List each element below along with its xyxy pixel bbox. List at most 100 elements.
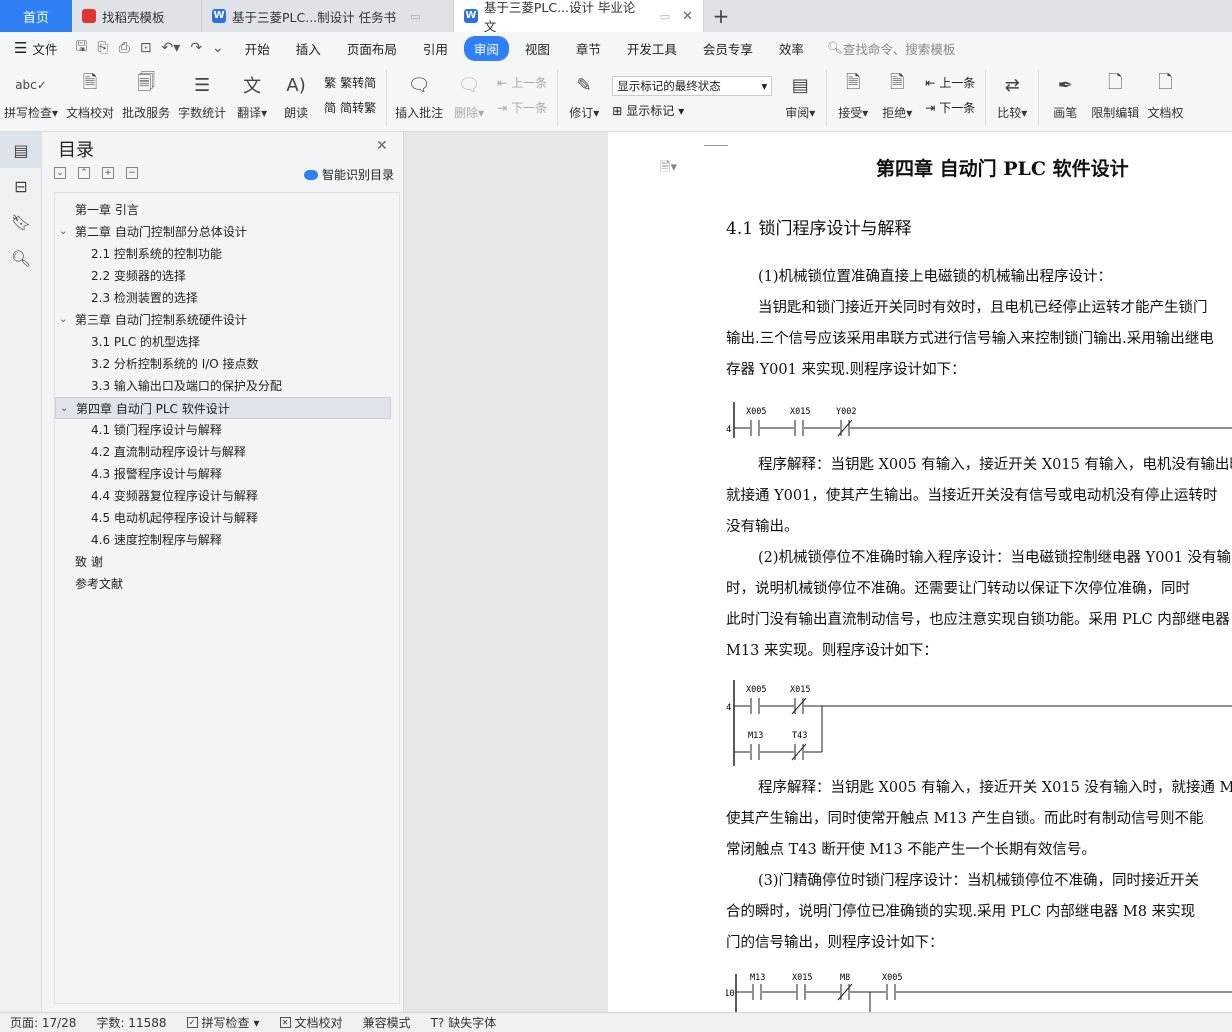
- toc-item-label: 3.1 PLC 的机型选择: [91, 335, 201, 349]
- toc-item-label: 3.3 输入输出口及端口的保护及分配: [91, 379, 282, 393]
- print-icon[interactable]: ⎙: [119, 40, 130, 56]
- redo-icon[interactable]: ↷: [190, 40, 202, 56]
- prev-change-button[interactable]: ⇤ 上一条: [925, 74, 975, 91]
- save-icon[interactable]: 🖫: [75, 36, 87, 60]
- preview-icon[interactable]: ⊡: [140, 40, 152, 56]
- simp-to-trad-button[interactable]: 简简转繁: [324, 99, 376, 116]
- tab-home[interactable]: 首页: [0, 0, 72, 32]
- close-tab-icon[interactable]: ✕: [682, 9, 693, 24]
- bookmark-icon[interactable]: 🔖︎: [0, 204, 42, 240]
- toc-section-item[interactable]: 4.3 报警程序设计与解释: [55, 463, 399, 485]
- menu-developer[interactable]: 开发工具: [617, 36, 687, 61]
- toc-section-item[interactable]: 2.1 控制系统的控制功能: [55, 243, 399, 265]
- chevron-down-icon[interactable]: ⌄: [59, 309, 67, 331]
- toc-section-item[interactable]: 4.1 锁门程序设计与解释: [55, 419, 399, 441]
- menu-view[interactable]: 视图: [515, 36, 560, 61]
- ladder-diagram-1: 4 X005 X015 Y002: [726, 402, 1232, 438]
- menu-efficiency[interactable]: 效率: [769, 36, 814, 61]
- accept-button[interactable]: 🗎 接受▾: [831, 70, 875, 121]
- section-heading: 4.1 锁门程序设计与解释: [726, 219, 912, 239]
- menu-member[interactable]: 会员专享: [693, 36, 763, 61]
- status-doc-check[interactable]: ✕ 文档校对: [270, 1014, 353, 1031]
- compare-button[interactable]: ⇄ 比较▾: [990, 70, 1034, 121]
- more-icon[interactable]: ⌄: [212, 40, 224, 56]
- menu-chapter[interactable]: 章节: [566, 36, 611, 61]
- pen-button[interactable]: ✒ 画笔: [1043, 70, 1087, 121]
- toc-chapter-item[interactable]: ⌄ 第三章 自动门控制系统硬件设计: [55, 309, 399, 331]
- export-icon[interactable]: ⎘: [97, 40, 108, 56]
- page-indicator[interactable]: 页面: 17/28: [0, 1014, 86, 1031]
- trad-to-simp-button[interactable]: 繁繁转简: [324, 74, 376, 91]
- speaker-icon: A): [286, 74, 306, 96]
- tab-task-book[interactable]: W 基于三菱PLC...制设计 任务书 ▭: [202, 0, 454, 32]
- delete-comment-button[interactable]: 🗨 删除▾: [447, 70, 491, 121]
- collapse-all-icon[interactable]: ⌄: [54, 167, 66, 179]
- reject-button[interactable]: 🗎 拒绝▾: [875, 70, 919, 121]
- toc-toolbar: ⌄ ⌃ + −: [54, 167, 138, 179]
- toc-chapter-item[interactable]: ⌄ 第二章 自动门控制部分总体设计: [55, 221, 399, 243]
- markup-state-select[interactable]: 显示标记的最终状态 ▾: [612, 76, 773, 96]
- toc-section-item[interactable]: 4.2 直流制动程序设计与解释: [55, 441, 399, 463]
- restrict-edit-button[interactable]: 🗋 限制编辑: [1087, 70, 1143, 121]
- word-count-button[interactable]: ☰ 字数统计: [174, 70, 230, 121]
- tab-daoke-templates[interactable]: 找稻壳模板: [72, 0, 202, 32]
- add-heading-icon[interactable]: +: [102, 167, 114, 179]
- prev-comment-button[interactable]: ⇤ 上一条: [497, 74, 547, 91]
- status-spell-check[interactable]: ✓ 拼写检查 ▾: [177, 1014, 270, 1031]
- chevron-down-icon[interactable]: ⌄: [59, 221, 67, 243]
- chevron-down-icon[interactable]: ⌄: [60, 398, 68, 420]
- insert-comment-button[interactable]: 🗨 插入批注: [391, 70, 447, 121]
- show-markup-button[interactable]: ⊞ 显示标记 ▾: [612, 102, 772, 119]
- toc-section-item[interactable]: 2.3 检测装置的选择: [55, 287, 399, 309]
- file-menu[interactable]: ☰ 文件: [0, 39, 67, 58]
- toc-section-item[interactable]: 3.2 分析控制系统的 I/O 接点数: [55, 353, 399, 375]
- spell-check-button[interactable]: abc✓ 拼写检查▾: [0, 70, 62, 121]
- search-icon[interactable]: 🔍︎: [0, 240, 42, 276]
- new-tab-button[interactable]: +: [704, 0, 738, 32]
- toc-section-item[interactable]: 4.4 变频器复位程序设计与解释: [55, 485, 399, 507]
- doc-permission-button[interactable]: 🗋 文档权: [1143, 70, 1187, 121]
- command-search[interactable]: 🔍︎ 查找命令、搜索模板: [827, 39, 955, 58]
- menu-bar: ☰ 文件 🖫 ⎘ ⎙ ⊡ ↶▾ ↷ ⌄ 开始 插入 页面布局 引用 审阅 视图 …: [0, 32, 1232, 64]
- menu-layout[interactable]: 页面布局: [337, 36, 407, 61]
- toc-section-item[interactable]: 3.3 输入输出口及端口的保护及分配: [55, 375, 399, 397]
- menu-references[interactable]: 引用: [413, 36, 458, 61]
- toc-chapter-item[interactable]: 第一章 引言: [55, 199, 399, 221]
- tab-thesis[interactable]: W 基于三菱PLC...设计 毕业论文 ▭ ✕: [454, 0, 704, 34]
- menu-insert[interactable]: 插入: [286, 36, 331, 61]
- close-icon[interactable]: ✕: [376, 138, 388, 154]
- expand-all-icon[interactable]: ⌃: [78, 167, 90, 179]
- toc-section-item[interactable]: 2.2 变频器的选择: [55, 265, 399, 287]
- paragraph-menu-icon[interactable]: 🗎▾: [660, 158, 677, 180]
- next-comment-button[interactable]: ⇥ 下一条: [497, 99, 547, 116]
- missing-font[interactable]: T? 缺失字体: [421, 1014, 507, 1031]
- toc-section-item[interactable]: 3.1 PLC 的机型选择: [55, 331, 399, 353]
- menu-review[interactable]: 审阅: [463, 35, 509, 61]
- toc-section-item[interactable]: 4.5 电动机起停程序设计与解释: [55, 507, 399, 529]
- toc-chapter-item[interactable]: 参考文献: [55, 573, 399, 595]
- remove-heading-icon[interactable]: −: [126, 167, 138, 179]
- prev-icon: ⇤: [497, 75, 508, 90]
- chapter-nav-icon[interactable]: ⊟: [0, 168, 42, 204]
- batch-service-button[interactable]: 🗐 批改服务: [118, 70, 174, 121]
- read-aloud-button[interactable]: A) 朗读: [274, 70, 318, 121]
- document-page: 🗎▾ 第四章 自动门 PLC 软件设计 4.1 锁门程序设计与解释 (1)机械锁…: [608, 132, 1232, 1012]
- toc-item-label: 4.6 速度控制程序与解释: [91, 533, 222, 547]
- word-count[interactable]: 字数: 11588: [86, 1014, 176, 1031]
- review-pane-button[interactable]: ▤ 审阅▾: [778, 70, 822, 121]
- menu-start[interactable]: 开始: [235, 36, 280, 61]
- ribbon-divider: [386, 70, 388, 126]
- smart-toc-button[interactable]: 智能识别目录: [304, 166, 394, 183]
- toc-chapter-item[interactable]: ⌄ 第四章 自动门 PLC 软件设计: [55, 397, 391, 419]
- doc-check-button[interactable]: 🗎 文档校对: [62, 70, 118, 121]
- translate-button[interactable]: 文 翻译▾: [230, 70, 274, 121]
- ribbon-divider: [985, 70, 987, 126]
- toc-section-item[interactable]: 4.6 速度控制程序与解释: [55, 529, 399, 551]
- undo-icon[interactable]: ↶▾: [162, 40, 181, 56]
- track-changes-button[interactable]: ✎ 修订▾: [562, 70, 606, 121]
- toc-chapter-item[interactable]: 致 谢: [55, 551, 399, 573]
- next-change-button[interactable]: ⇥ 下一条: [925, 99, 975, 116]
- toc-item-label: 2.3 检测装置的选择: [91, 291, 198, 305]
- toc-icon[interactable]: ▤: [0, 132, 42, 168]
- nav-icon-strip: ▤ ⊟ 🔖︎ 🔍︎: [0, 132, 42, 1012]
